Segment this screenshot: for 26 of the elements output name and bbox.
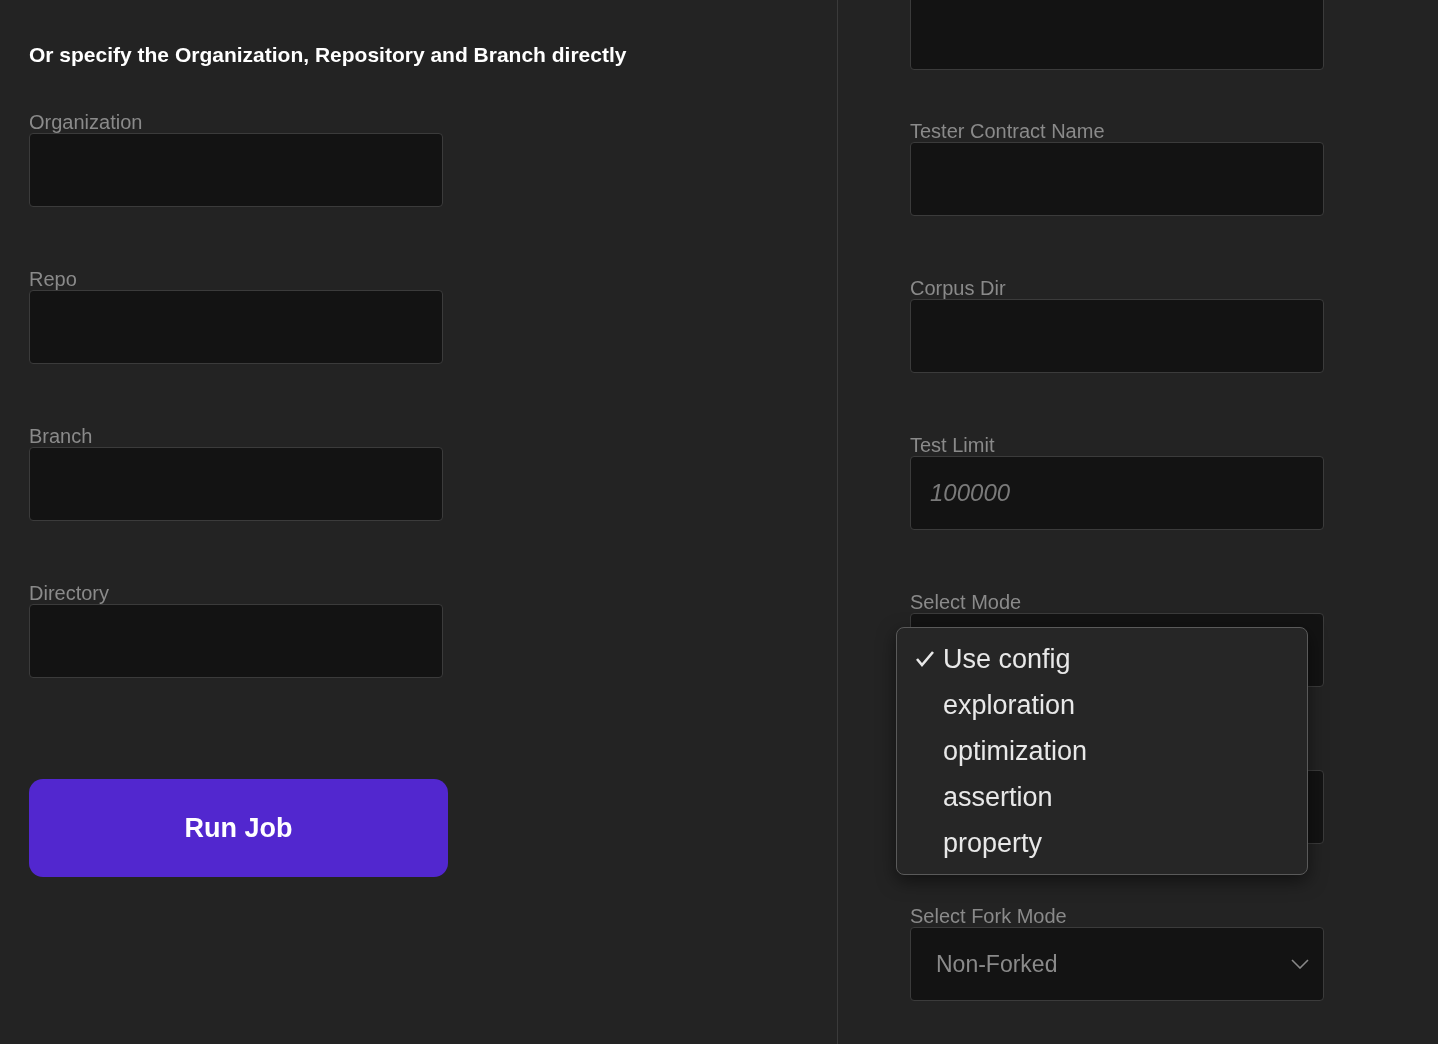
menu-item[interactable]: Use config xyxy=(897,636,1307,682)
menu-item[interactable]: optimization xyxy=(897,728,1307,774)
field-label: Branch xyxy=(29,425,94,447)
field-label: Select Mode xyxy=(910,591,1023,613)
field-label: Repo xyxy=(29,268,78,290)
menu-item[interactable]: assertion xyxy=(897,774,1307,820)
input-field[interactable] xyxy=(910,142,1324,216)
input-field[interactable]: 100000 xyxy=(910,456,1324,530)
menu-item[interactable]: exploration xyxy=(897,682,1307,728)
field-label: Select Fork Mode xyxy=(910,905,1068,927)
input-field[interactable] xyxy=(29,290,443,364)
run-job-button[interactable]: Run Job xyxy=(29,779,448,877)
menu-item[interactable]: property xyxy=(897,820,1307,866)
field-label: Directory xyxy=(29,582,110,604)
chevron-down-icon xyxy=(1291,959,1309,969)
input-field[interactable] xyxy=(910,0,1324,70)
field-label: Test Limit xyxy=(910,434,996,456)
field-label: Tester Contract Name xyxy=(910,120,1106,142)
input-field[interactable] xyxy=(29,447,443,521)
field-label: Organization xyxy=(29,111,144,133)
section-heading: Or specify the Organization, Repository and Branch directly xyxy=(29,43,628,68)
field-label: Corpus Dir xyxy=(910,277,1007,299)
input-field[interactable] xyxy=(29,604,443,678)
select-field[interactable]: Non-Forked xyxy=(910,927,1324,1001)
input-field[interactable] xyxy=(910,299,1324,373)
input-field[interactable] xyxy=(29,133,443,207)
